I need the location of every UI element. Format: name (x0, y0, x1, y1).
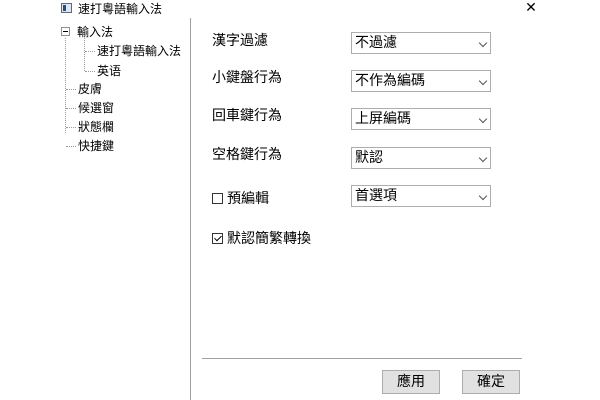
keypad-behavior-label: 小鍵盤行為 (212, 70, 282, 86)
tree-item-candidate-window[interactable]: 候選窗 (78, 101, 114, 115)
space-behavior-select[interactable]: 默認 (351, 147, 491, 169)
tree-connector (85, 51, 95, 52)
tree-connector (66, 108, 76, 109)
han-filter-value: 不過濾 (355, 35, 397, 51)
pre-edit-select[interactable]: 首選項 (351, 185, 491, 207)
tree-item-input-method[interactable]: 輸入法 (77, 25, 113, 39)
ok-button[interactable]: 確定 (462, 370, 520, 394)
han-filter-label: 漢字過濾 (212, 33, 268, 49)
tree-connector (66, 127, 76, 128)
space-behavior-label: 空格鍵行為 (212, 147, 282, 163)
enter-behavior-label: 回車鍵行為 (212, 108, 282, 124)
tree-connector (66, 146, 76, 147)
enter-behavior-value: 上屏編碼 (355, 111, 411, 127)
simp-trad-convert-checkbox[interactable] (212, 233, 223, 244)
apply-button[interactable]: 應用 (382, 370, 440, 394)
tree-item-cantonese-ime[interactable]: 速打粵語輸入法 (97, 44, 181, 58)
tree-item-english[interactable]: 英语 (97, 64, 121, 78)
pre-edit-label: 預編輯 (227, 191, 269, 207)
panel-divider (190, 18, 191, 400)
tree-connector (85, 71, 95, 72)
han-filter-select[interactable]: 不過濾 (351, 32, 491, 54)
tree-connector (66, 89, 76, 90)
settings-tree: 輸入法 速打粵語輸入法 英语 皮膚 候選窗 狀態欄 快捷鍵 (58, 24, 190, 400)
tree-item-status-bar[interactable]: 狀態欄 (78, 120, 114, 134)
enter-behavior-select[interactable]: 上屏編碼 (351, 108, 491, 130)
keypad-behavior-select[interactable]: 不作為編碼 (351, 70, 491, 92)
chevron-down-icon (478, 38, 488, 48)
collapse-icon[interactable] (61, 27, 70, 36)
tree-connector (84, 38, 85, 71)
keypad-behavior-value: 不作為編碼 (355, 73, 425, 89)
tree-connector (65, 38, 66, 133)
chevron-down-icon (478, 153, 488, 163)
app-icon (61, 3, 72, 13)
close-button[interactable]: ✕ (520, 0, 542, 18)
simp-trad-convert-label: 默認簡繁轉換 (227, 231, 311, 247)
chevron-down-icon (478, 191, 488, 201)
window-title: 速打粵語輸入法 (78, 2, 163, 16)
footer-divider (202, 358, 522, 359)
pre-edit-checkbox[interactable] (212, 193, 223, 204)
title-bar: 速打粵語輸入法 ✕ (0, 0, 600, 18)
pre-edit-value: 首選項 (355, 188, 397, 204)
chevron-down-icon (478, 76, 488, 86)
chevron-down-icon (478, 114, 488, 124)
tree-item-shortcuts[interactable]: 快捷鍵 (78, 139, 114, 153)
tree-item-skin[interactable]: 皮膚 (78, 82, 102, 96)
space-behavior-value: 默認 (355, 150, 383, 166)
